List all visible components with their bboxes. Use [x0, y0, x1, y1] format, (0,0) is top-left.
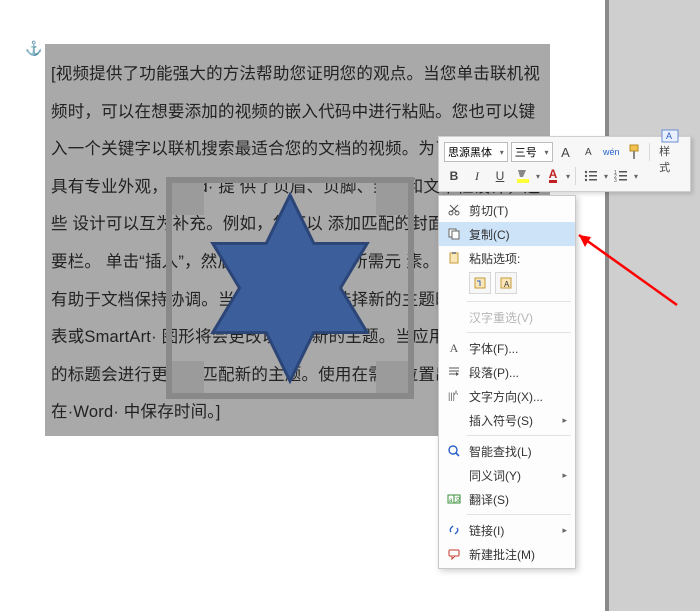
chevron-down-icon[interactable]: ▾: [604, 172, 608, 181]
menu-separator: [467, 332, 571, 333]
menu-hanzi-reselect: 汉字重选(V): [439, 305, 575, 329]
menu-label: 新建批注(M): [469, 546, 567, 563]
chevron-down-icon[interactable]: ▾: [566, 172, 570, 181]
paste-text-only-button[interactable]: A: [495, 272, 517, 294]
mini-toolbar: 思源黑体 ▾ 三号 ▾ A A wén A 样式 B I U ▾ A ▾: [438, 136, 691, 192]
menu-smart-lookup[interactable]: 智能查找(L): [439, 439, 575, 463]
font-color-button[interactable]: A: [543, 166, 563, 186]
copy-icon: [445, 225, 463, 243]
svg-text:A: A: [454, 391, 458, 397]
scissors-icon: [445, 201, 463, 219]
text-direction-icon: |||A: [445, 387, 463, 405]
font-icon: A: [445, 339, 463, 357]
menu-label: 文字方向(X)...: [469, 388, 567, 405]
menu-translate[interactable]: a文 翻译(S): [439, 487, 575, 511]
menu-insert-symbol[interactable]: 插入符号(S) ▸: [439, 408, 575, 432]
paragraph-icon: [445, 363, 463, 381]
anchor-icon: ⚓: [25, 40, 42, 57]
paste-option-icon: A: [499, 276, 513, 290]
menu-cut[interactable]: 剪切(T): [439, 198, 575, 222]
chevron-down-icon[interactable]: ▾: [536, 172, 540, 181]
format-painter-icon: [627, 144, 641, 160]
submenu-arrow-icon: ▸: [562, 415, 567, 426]
comment-icon: [445, 545, 463, 563]
paste-keep-source-button[interactable]: [469, 272, 491, 294]
styles-icon: A: [661, 129, 679, 143]
menu-paragraph[interactable]: 段落(P)...: [439, 360, 575, 384]
menu-label: 汉字重选(V): [469, 309, 567, 326]
font-size-combo[interactable]: 三号 ▾: [511, 142, 553, 162]
clipboard-icon: [445, 249, 463, 267]
font-name-value: 思源黑体: [448, 144, 492, 160]
bullets-icon: [584, 169, 598, 183]
menu-label: 链接(I): [469, 522, 562, 539]
context-menu: 剪切(T) 复制(C) 粘贴选项: A 汉字重选(V) A 字体(F)... 段…: [438, 195, 576, 569]
svg-text:文: 文: [455, 496, 461, 504]
menu-label: 同义词(Y): [469, 467, 562, 484]
numbering-button[interactable]: 123: [611, 166, 631, 186]
star6-icon: [181, 189, 399, 387]
underline-button[interactable]: U: [490, 166, 510, 186]
menu-link[interactable]: 链接(I) ▸: [439, 518, 575, 542]
menu-copy[interactable]: 复制(C): [439, 222, 575, 246]
menu-label: 复制(C): [469, 226, 567, 243]
canvas-gutter: [605, 0, 700, 611]
grow-font-button[interactable]: A: [556, 142, 576, 162]
numbering-icon: 123: [614, 169, 628, 183]
link-icon: [445, 521, 463, 539]
menu-synonyms[interactable]: 同义词(Y) ▸: [439, 463, 575, 487]
blank-icon: [445, 308, 463, 326]
styles-label: 样式: [659, 143, 681, 175]
shrink-font-button[interactable]: A: [578, 142, 598, 162]
translate-icon: a文: [445, 490, 463, 508]
menu-label: 插入符号(S): [469, 412, 562, 429]
submenu-arrow-icon: ▸: [562, 470, 567, 481]
search-icon: [445, 442, 463, 460]
menu-separator: [467, 435, 571, 436]
menu-label: 剪切(T): [469, 202, 567, 219]
svg-text:3: 3: [614, 178, 617, 183]
menu-label: 智能查找(L): [469, 443, 567, 460]
separator: [575, 167, 576, 185]
blank-icon: [445, 411, 463, 429]
chevron-down-icon: ▾: [500, 148, 504, 157]
blank-icon: [445, 466, 463, 484]
menu-label: 粘贴选项:: [469, 250, 567, 267]
bullets-button[interactable]: [581, 166, 601, 186]
svg-text:A: A: [666, 131, 672, 141]
menu-text-direction[interactable]: |||A 文字方向(X)...: [439, 384, 575, 408]
menu-font[interactable]: A 字体(F)...: [439, 336, 575, 360]
chevron-down-icon[interactable]: ▾: [634, 172, 638, 181]
menu-label: 翻译(S): [469, 491, 567, 508]
paste-options-row: A: [439, 270, 575, 298]
star-shape-object[interactable]: [166, 177, 414, 399]
font-size-value: 三号: [515, 144, 537, 160]
highlight-icon: [515, 168, 531, 184]
menu-new-comment[interactable]: 新建批注(M): [439, 542, 575, 566]
styles-gallery-button[interactable]: A 样式: [655, 129, 685, 175]
menu-separator: [467, 514, 571, 515]
italic-button[interactable]: I: [467, 166, 487, 186]
phonetic-guide-button[interactable]: wén: [601, 142, 621, 162]
font-color-icon: A: [549, 169, 558, 183]
bold-button[interactable]: B: [444, 166, 464, 186]
submenu-arrow-icon: ▸: [562, 525, 567, 536]
menu-label: 段落(P)...: [469, 364, 567, 381]
format-painter-button[interactable]: [624, 142, 644, 162]
highlight-color-button[interactable]: [513, 166, 533, 186]
chevron-down-icon: ▾: [545, 148, 549, 157]
font-name-combo[interactable]: 思源黑体 ▾: [444, 142, 508, 162]
menu-label: 字体(F)...: [469, 340, 567, 357]
paste-option-icon: [473, 276, 487, 290]
menu-separator: [467, 301, 571, 302]
menu-paste-header: 粘贴选项:: [439, 246, 575, 270]
svg-text:A: A: [504, 280, 510, 289]
separator: [649, 143, 650, 161]
